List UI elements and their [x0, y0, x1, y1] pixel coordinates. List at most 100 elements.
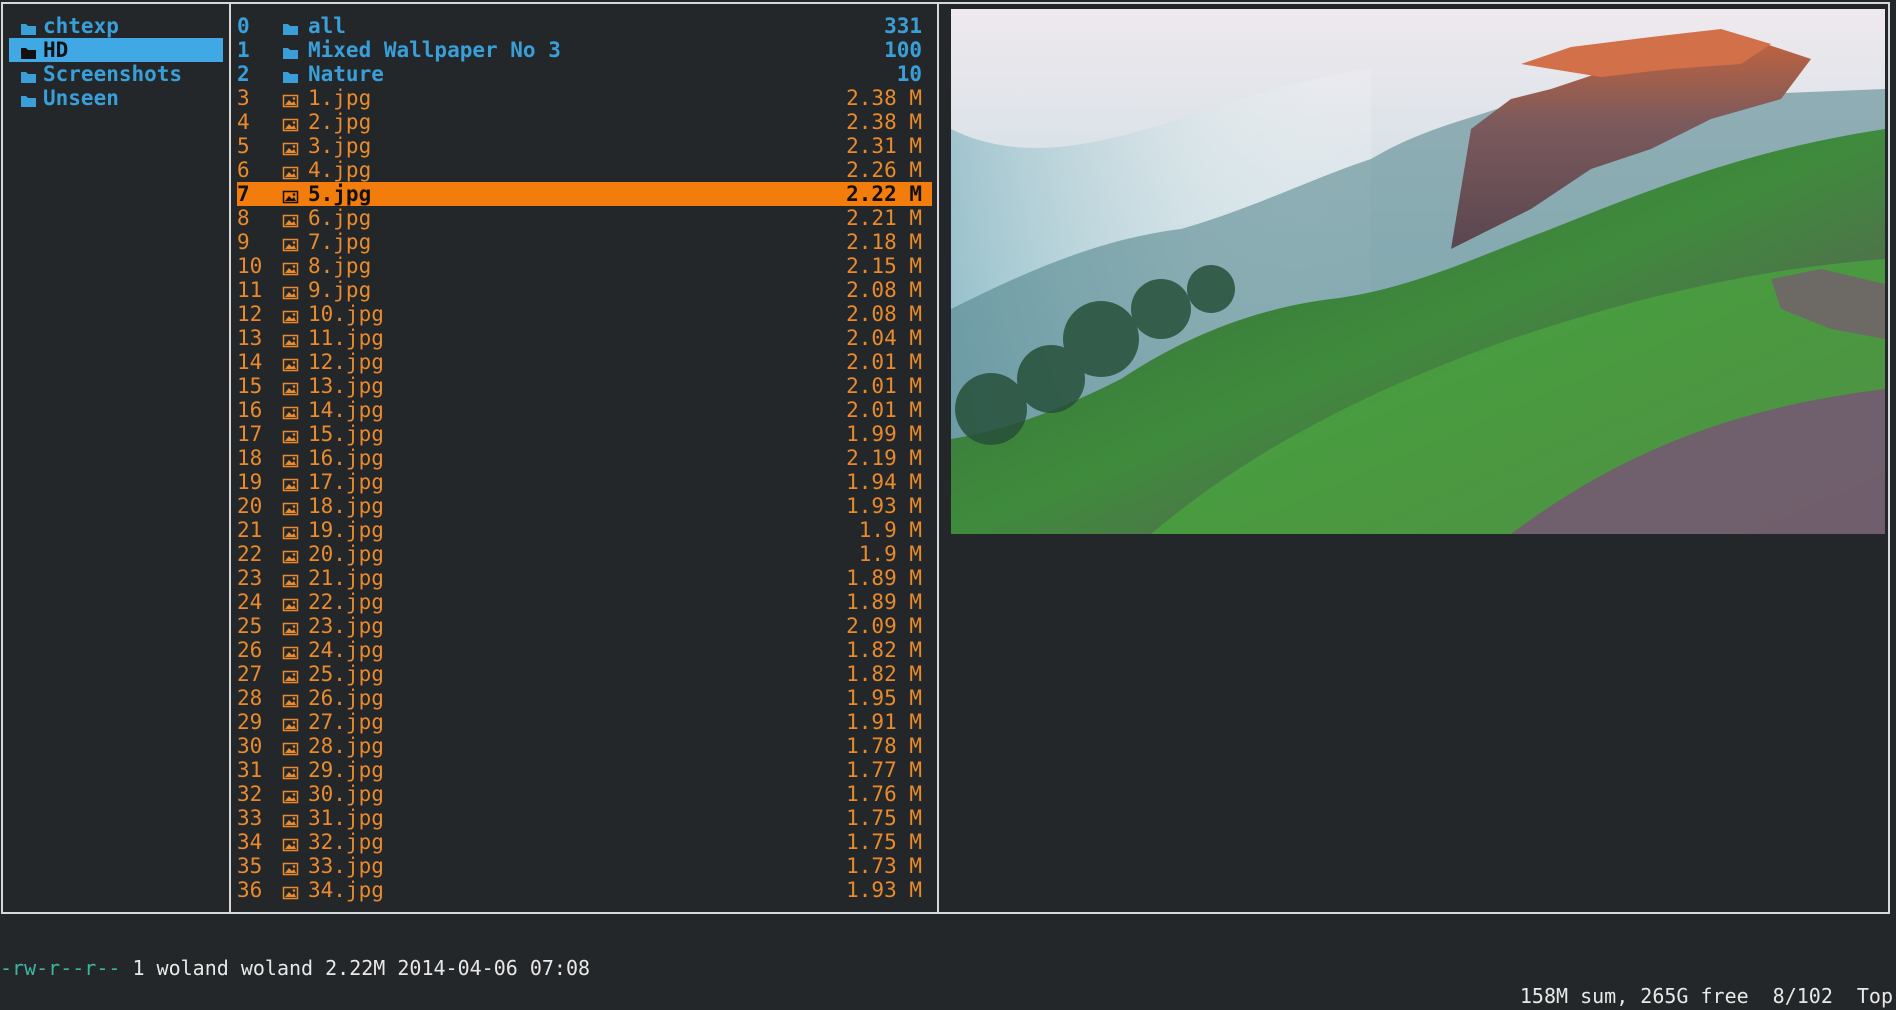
file-row[interactable]: 33 31.jpg 1.75 M	[237, 806, 932, 830]
file-size: 2.26 M	[846, 158, 922, 182]
file-size: 2.19 M	[846, 446, 922, 470]
file-row[interactable]: 9 7.jpg 2.18 M	[237, 230, 932, 254]
file-size: 10	[896, 62, 922, 86]
file-row[interactable]: 4 2.jpg 2.38 M	[237, 110, 932, 134]
file-name: 12.jpg	[308, 350, 384, 374]
file-size: 2.31 M	[846, 134, 922, 158]
row-number: 29	[237, 710, 263, 734]
file-row[interactable]: 35 33.jpg 1.73 M	[237, 854, 932, 878]
file-row[interactable]: 18 16.jpg 2.19 M	[237, 446, 932, 470]
row-number: 35	[237, 854, 263, 878]
file-row[interactable]: 11 9.jpg 2.08 M	[237, 278, 932, 302]
file-row[interactable]: 25 23.jpg 2.09 M	[237, 614, 932, 638]
file-row[interactable]: 20 18.jpg 1.93 M	[237, 494, 932, 518]
image-file-icon	[282, 570, 299, 588]
row-number: 9	[237, 230, 250, 254]
file-row[interactable]: 21 19.jpg 1.9 M	[237, 518, 932, 542]
image-file-icon	[282, 762, 299, 780]
file-size: 2.08 M	[846, 302, 922, 326]
file-size: 1.94 M	[846, 470, 922, 494]
file-row[interactable]: 32 30.jpg 1.76 M	[237, 782, 932, 806]
file-row[interactable]: 31 29.jpg 1.77 M	[237, 758, 932, 782]
file-name: 31.jpg	[308, 806, 384, 830]
parent-item[interactable]: HD	[9, 38, 223, 62]
file-name: 29.jpg	[308, 758, 384, 782]
image-file-icon	[282, 834, 299, 852]
file-details: 1 woland woland 2.22M 2014-04-06 07:08	[120, 956, 591, 980]
row-number: 16	[237, 398, 263, 422]
folder-icon	[282, 42, 299, 59]
image-file-icon	[282, 882, 299, 900]
file-row[interactable]: 22 20.jpg 1.9 M	[237, 542, 932, 566]
image-file-icon	[282, 450, 299, 468]
parent-item-label: Screenshots	[43, 62, 183, 86]
file-name: 3.jpg	[308, 134, 372, 158]
file-row[interactable]: 16 14.jpg 2.01 M	[237, 398, 932, 422]
file-size: 1.77 M	[846, 758, 922, 782]
file-row[interactable]: 8 6.jpg 2.21 M	[237, 206, 932, 230]
file-row[interactable]: 13 11.jpg 2.04 M	[237, 326, 932, 350]
file-row[interactable]: 26 24.jpg 1.82 M	[237, 638, 932, 662]
folder-icon	[20, 42, 37, 59]
file-row[interactable]: 36 34.jpg 1.93 M	[237, 878, 932, 902]
image-file-icon	[282, 258, 299, 276]
file-row[interactable]: 17 15.jpg 1.99 M	[237, 422, 932, 446]
file-size: 1.89 M	[846, 590, 922, 614]
file-row[interactable]: 12 10.jpg 2.08 M	[237, 302, 932, 326]
file-row[interactable]: 27 25.jpg 1.82 M	[237, 662, 932, 686]
image-file-icon	[282, 714, 299, 732]
file-size: 1.75 M	[846, 806, 922, 830]
file-row[interactable]: 6 4.jpg 2.26 M	[237, 158, 932, 182]
row-number: 4	[237, 110, 250, 134]
row-number: 7	[237, 182, 250, 206]
row-number: 24	[237, 590, 263, 614]
file-row[interactable]: 5 3.jpg 2.31 M	[237, 134, 932, 158]
preview-image	[951, 9, 1885, 534]
file-size: 331	[884, 14, 922, 38]
row-number: 25	[237, 614, 263, 638]
file-size: 2.09 M	[846, 614, 922, 638]
file-name: 2.jpg	[308, 110, 372, 134]
file-row[interactable]: 15 13.jpg 2.01 M	[237, 374, 932, 398]
image-file-icon	[282, 378, 299, 396]
disk-summary: 158M sum, 265G free	[1519, 984, 1749, 1008]
directory-row[interactable]: 0 all 331	[237, 14, 932, 38]
file-row[interactable]: 19 17.jpg 1.94 M	[237, 470, 932, 494]
image-file-icon	[282, 810, 299, 828]
parent-item[interactable]: Screenshots	[9, 62, 223, 86]
file-size: 1.93 M	[846, 494, 922, 518]
file-size: 2.21 M	[846, 206, 922, 230]
file-size: 1.75 M	[846, 830, 922, 854]
file-row[interactable]: 34 32.jpg 1.75 M	[237, 830, 932, 854]
parent-item[interactable]: Unseen	[9, 86, 223, 110]
file-row[interactable]: 29 27.jpg 1.91 M	[237, 710, 932, 734]
parent-item-label: HD	[43, 38, 69, 62]
image-file-icon	[282, 282, 299, 300]
parent-item[interactable]: chtexp	[9, 14, 223, 38]
row-number: 5	[237, 134, 250, 158]
file-row[interactable]: 7 5.jpg 2.22 M	[237, 182, 932, 206]
row-number: 10	[237, 254, 263, 278]
row-number: 26	[237, 638, 263, 662]
file-row[interactable]: 10 8.jpg 2.15 M	[237, 254, 932, 278]
directory-row[interactable]: 1 Mixed Wallpaper No 3 100	[237, 38, 932, 62]
file-row[interactable]: 14 12.jpg 2.01 M	[237, 350, 932, 374]
scroll-indicator: Top	[1856, 984, 1893, 1008]
file-row[interactable]: 30 28.jpg 1.78 M	[237, 734, 932, 758]
file-size: 2.01 M	[846, 350, 922, 374]
directory-row[interactable]: 2 Nature 10	[237, 62, 932, 86]
file-name: 30.jpg	[308, 782, 384, 806]
file-row[interactable]: 28 26.jpg 1.95 M	[237, 686, 932, 710]
row-number: 20	[237, 494, 263, 518]
status-right: 158M sum, 265G free 8/102 Top	[1496, 982, 1893, 1010]
file-row[interactable]: 24 22.jpg 1.89 M	[237, 590, 932, 614]
file-name: 32.jpg	[308, 830, 384, 854]
file-name: 26.jpg	[308, 686, 384, 710]
file-row[interactable]: 23 21.jpg 1.89 M	[237, 566, 932, 590]
file-size: 1.78 M	[846, 734, 922, 758]
folder-icon	[20, 90, 37, 107]
file-size: 1.99 M	[846, 422, 922, 446]
image-file-icon	[282, 666, 299, 684]
file-info: -rw-r--r-- 1 woland woland 2.22M 2014-04…	[0, 954, 590, 982]
file-row[interactable]: 3 1.jpg 2.38 M	[237, 86, 932, 110]
